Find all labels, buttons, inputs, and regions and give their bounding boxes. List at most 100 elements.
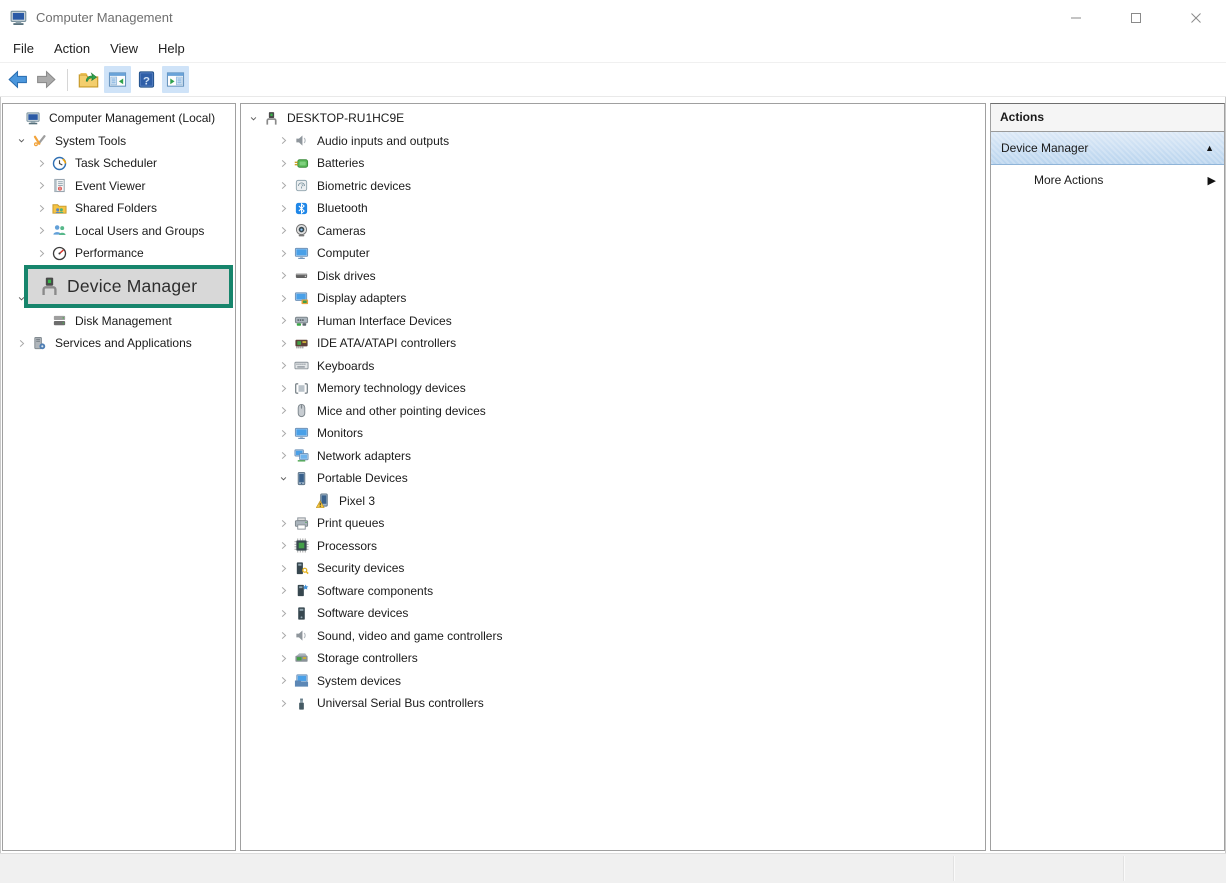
chevron-collapsed-icon[interactable] (275, 605, 291, 621)
highlight-annotation-device-manager[interactable]: Device Manager (24, 265, 233, 308)
chevron-collapsed-icon[interactable] (275, 628, 291, 644)
chevron-collapsed-icon[interactable] (275, 223, 291, 239)
menu-item-help[interactable]: Help (148, 36, 195, 62)
tree-item-keyboards[interactable]: Keyboards (241, 355, 985, 378)
chevron-collapsed-icon[interactable] (275, 268, 291, 284)
chevron-collapsed-icon[interactable] (275, 515, 291, 531)
tree-item-human-interface-devices[interactable]: Human Interface Devices (241, 310, 985, 333)
tree-item-bluetooth[interactable]: Bluetooth (241, 197, 985, 220)
collapse-group-icon[interactable]: ▲ (1205, 143, 1214, 153)
tree-item-memory-technology-devices[interactable]: Memory technology devices (241, 377, 985, 400)
menu-item-file[interactable]: File (3, 36, 44, 62)
tree-item-label: Software devices (314, 604, 411, 622)
chevron-collapsed-icon[interactable] (275, 200, 291, 216)
tree-item-task-scheduler[interactable]: Task Scheduler (3, 152, 235, 175)
menu-item-action[interactable]: Action (44, 36, 100, 62)
forward-button[interactable] (33, 66, 60, 93)
chevron-collapsed-icon[interactable] (275, 583, 291, 599)
device-list-pane: DESKTOP-RU1HC9EAudio inputs and outputsB… (240, 103, 986, 851)
chevron-collapsed-icon[interactable] (275, 560, 291, 576)
chevron-collapsed-icon[interactable] (275, 133, 291, 149)
chevron-collapsed-icon[interactable] (275, 313, 291, 329)
statusbar-divider (1123, 856, 1125, 881)
software-component-icon (293, 583, 309, 599)
tree-item-print-queues[interactable]: Print queues (241, 512, 985, 535)
chevron-collapsed-icon[interactable] (275, 245, 291, 261)
chevron-collapsed-icon[interactable] (275, 403, 291, 419)
tree-item-processors[interactable]: Processors (241, 535, 985, 558)
tree-item-software-components[interactable]: Software components (241, 580, 985, 603)
minimize-button[interactable] (1046, 0, 1106, 36)
chevron-collapsed-icon[interactable] (275, 448, 291, 464)
minimize-icon (1070, 12, 1082, 24)
tree-item-system-tools[interactable]: System Tools (3, 130, 235, 153)
tree-item-local-users-and-groups[interactable]: Local Users and Groups (3, 220, 235, 243)
tree-item-label: Sound, video and game controllers (314, 627, 505, 645)
device-tree: DESKTOP-RU1HC9EAudio inputs and outputsB… (241, 104, 985, 715)
tree-item-services-and-applications[interactable]: Services and Applications (3, 332, 235, 355)
tree-item-network-adapters[interactable]: Network adapters (241, 445, 985, 468)
chevron-collapsed-icon[interactable] (275, 380, 291, 396)
tree-item-storage-controllers[interactable]: Storage controllers (241, 647, 985, 670)
services-icon (31, 335, 47, 351)
tree-item-disk-drives[interactable]: Disk drives (241, 265, 985, 288)
tree-item-computer[interactable]: Computer (241, 242, 985, 265)
tree-item-disk-management[interactable]: Disk Management (3, 310, 235, 333)
tree-item-label: Event Viewer (72, 177, 148, 195)
chevron-collapsed-icon[interactable] (275, 425, 291, 441)
tree-item-display-adapters[interactable]: Display adapters (241, 287, 985, 310)
menu-item-view[interactable]: View (100, 36, 148, 62)
chevron-collapsed-icon[interactable] (13, 335, 29, 351)
export-list-button[interactable] (75, 66, 102, 93)
chevron-collapsed-icon[interactable] (33, 223, 49, 239)
chevron-collapsed-icon[interactable] (275, 358, 291, 374)
chevron-collapsed-icon[interactable] (33, 245, 49, 261)
chevron-collapsed-icon[interactable] (275, 538, 291, 554)
tree-item-ide-ata-atapi-controllers[interactable]: IDE ATA/ATAPI controllers (241, 332, 985, 355)
show-console-tree-button[interactable] (104, 66, 131, 93)
chevron-collapsed-icon[interactable] (33, 155, 49, 171)
device-manager-icon (38, 276, 60, 298)
tree-item-monitors[interactable]: Monitors (241, 422, 985, 445)
help-button[interactable]: ? (133, 66, 160, 93)
tree-item-audio-inputs-and-outputs[interactable]: Audio inputs and outputs (241, 130, 985, 153)
actions-group-device-manager[interactable]: Device Manager ▲ (991, 132, 1224, 165)
tree-item-performance[interactable]: Performance (3, 242, 235, 265)
chevron-collapsed-icon[interactable] (275, 290, 291, 306)
chevron-expanded-icon[interactable] (13, 133, 29, 149)
console-tree: Computer Management (Local)System ToolsT… (3, 104, 235, 355)
chevron-collapsed-icon[interactable] (275, 650, 291, 666)
tree-item-label: Local Users and Groups (72, 222, 207, 240)
chevron-expanded-icon[interactable] (275, 470, 291, 486)
chevron-collapsed-icon[interactable] (275, 335, 291, 351)
tree-item-system-devices[interactable]: System devices (241, 670, 985, 693)
tree-item-pixel-3[interactable]: Pixel 3 (241, 490, 985, 513)
chevron-collapsed-icon[interactable] (275, 673, 291, 689)
chevron-collapsed-icon[interactable] (275, 178, 291, 194)
chevron-collapsed-icon[interactable] (275, 695, 291, 711)
back-button[interactable] (4, 66, 31, 93)
tree-item-sound-video-and-game-controllers[interactable]: Sound, video and game controllers (241, 625, 985, 648)
tree-item-computer-management-local[interactable]: Computer Management (Local) (3, 107, 235, 130)
tree-item-universal-serial-bus-controllers[interactable]: Universal Serial Bus controllers (241, 692, 985, 715)
chevron-expanded-icon[interactable] (245, 110, 261, 126)
tree-item-shared-folders[interactable]: Shared Folders (3, 197, 235, 220)
tree-item-portable-devices[interactable]: Portable Devices (241, 467, 985, 490)
show-action-pane-button[interactable] (162, 66, 189, 93)
tree-item-biometric-devices[interactable]: Biometric devices (241, 175, 985, 198)
tree-item-batteries[interactable]: Batteries (241, 152, 985, 175)
tree-item-desktop-ru1hc9e[interactable]: DESKTOP-RU1HC9E (241, 107, 985, 130)
forward-arrow-icon (35, 68, 58, 91)
chevron-collapsed-icon[interactable] (33, 178, 49, 194)
tree-item-cameras[interactable]: Cameras (241, 220, 985, 243)
more-actions-item[interactable]: More Actions ▶ (991, 165, 1224, 195)
chevron-collapsed-icon[interactable] (275, 155, 291, 171)
chevron-collapsed-icon[interactable] (33, 200, 49, 216)
tree-item-event-viewer[interactable]: Event Viewer (3, 175, 235, 198)
close-button[interactable] (1166, 0, 1226, 36)
maximize-button[interactable] (1106, 0, 1166, 36)
tree-item-mice-and-other-pointing-devices[interactable]: Mice and other pointing devices (241, 400, 985, 423)
tree-item-security-devices[interactable]: Security devices (241, 557, 985, 580)
tree-item-label: Storage controllers (314, 649, 421, 667)
tree-item-software-devices[interactable]: Software devices (241, 602, 985, 625)
